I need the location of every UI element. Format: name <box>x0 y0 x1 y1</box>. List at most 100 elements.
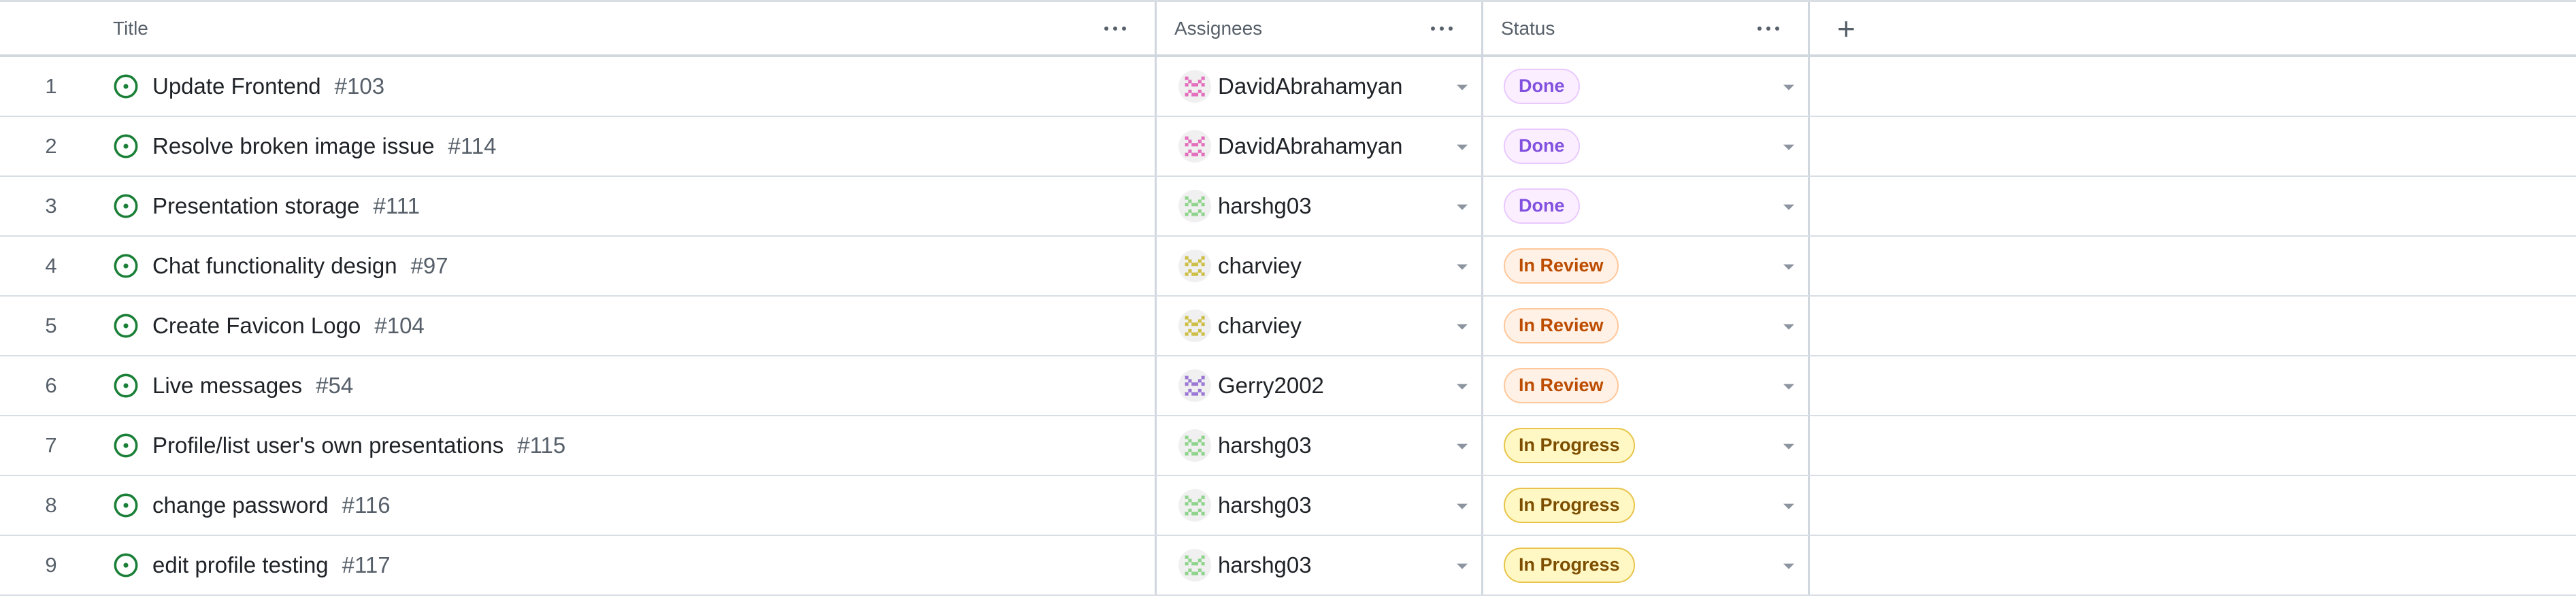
issue-number[interactable]: #103 <box>335 73 384 99</box>
chevron-down-icon[interactable] <box>1457 443 1468 450</box>
chevron-down-icon[interactable] <box>1457 503 1468 509</box>
status-cell[interactable]: Done <box>1483 57 1810 116</box>
table-row[interactable]: 8 change password #116 harshg03 In Progress <box>0 476 2576 536</box>
issue-title[interactable]: Live messages <box>152 373 302 399</box>
row-number: 2 <box>45 134 57 158</box>
status-cell[interactable]: In Review <box>1483 356 1810 415</box>
row-number: 9 <box>45 553 57 577</box>
chevron-down-icon[interactable] <box>1783 204 1794 210</box>
title-cell[interactable]: change password #116 <box>102 476 1157 535</box>
issue-number[interactable]: #117 <box>342 552 391 578</box>
table-row[interactable]: 3 Presentation storage #111 harshg03 Done <box>0 177 2576 237</box>
issue-title[interactable]: Resolve broken image issue <box>152 133 435 159</box>
open-issue-icon <box>113 552 139 578</box>
chevron-down-icon[interactable] <box>1457 144 1468 150</box>
status-badge: In Review <box>1504 308 1619 343</box>
issue-title[interactable]: change password <box>152 492 329 518</box>
chevron-down-icon[interactable] <box>1457 264 1468 270</box>
status-cell[interactable]: In Review <box>1483 237 1810 295</box>
avatar <box>1178 549 1211 582</box>
title-cell[interactable]: Resolve broken image issue #114 <box>102 117 1157 175</box>
chevron-down-icon[interactable] <box>1457 563 1468 569</box>
title-cell[interactable]: Profile/list user's own presentations #11… <box>102 416 1157 475</box>
assignee-cell[interactable]: harshg03 <box>1157 416 1483 475</box>
chevron-down-icon[interactable] <box>1783 144 1794 150</box>
row-number: 8 <box>45 493 57 517</box>
open-issue-icon <box>113 313 139 339</box>
chevron-down-icon[interactable] <box>1783 84 1794 90</box>
chevron-down-icon[interactable] <box>1783 503 1794 509</box>
chevron-down-icon[interactable] <box>1457 84 1468 90</box>
title-cell[interactable]: edit profile testing #117 <box>102 536 1157 594</box>
title-cell[interactable]: Presentation storage #111 <box>102 177 1157 235</box>
issue-number[interactable]: #97 <box>411 253 448 279</box>
title-cell[interactable]: Update Frontend #103 <box>102 57 1157 116</box>
table-row[interactable]: 5 Create Favicon Logo #104 charviey In Revie… <box>0 297 2576 356</box>
table-row[interactable]: 6 Live messages #54 Gerry2002 In Review <box>0 356 2576 416</box>
assignee-cell[interactable]: DavidAbrahamyan <box>1157 117 1483 175</box>
column-header-title[interactable]: Title <box>102 2 1157 54</box>
assignee-cell[interactable]: harshg03 <box>1157 476 1483 535</box>
table-row[interactable]: 9 edit profile testing #117 harshg03 In Prog… <box>0 536 2576 596</box>
title-cell[interactable]: Live messages #54 <box>102 356 1157 415</box>
status-badge: Done <box>1504 129 1580 164</box>
chevron-down-icon[interactable] <box>1783 384 1794 390</box>
title-cell[interactable]: Chat functionality design #97 <box>102 237 1157 295</box>
chevron-down-icon[interactable] <box>1457 324 1468 330</box>
status-cell[interactable]: Done <box>1483 177 1810 235</box>
row-number: 4 <box>45 254 57 278</box>
issue-number[interactable]: #54 <box>316 373 353 399</box>
assignee-cell[interactable]: charviey <box>1157 237 1483 295</box>
status-badge: Done <box>1504 188 1580 224</box>
status-column-menu-icon[interactable] <box>1757 26 1779 31</box>
assignee-cell[interactable]: harshg03 <box>1157 536 1483 594</box>
add-column-button[interactable]: + <box>1810 2 2576 54</box>
assignee-name: harshg03 <box>1218 552 1312 577</box>
status-badge: Done <box>1504 69 1580 104</box>
issue-title[interactable]: Update Frontend <box>152 73 321 99</box>
issue-number[interactable]: #111 <box>374 193 420 219</box>
chevron-down-icon[interactable] <box>1783 563 1794 569</box>
title-column-menu-icon[interactable] <box>1104 26 1126 31</box>
status-cell[interactable]: In Progress <box>1483 536 1810 594</box>
empty-cell <box>1810 416 2576 475</box>
issue-number[interactable]: #115 <box>517 433 565 458</box>
status-cell[interactable]: Done <box>1483 117 1810 175</box>
chevron-down-icon[interactable] <box>1783 324 1794 330</box>
table-row[interactable]: 1 Update Frontend #103 DavidAbrahamyan Done <box>0 57 2576 117</box>
issue-number[interactable]: #116 <box>342 492 391 518</box>
issue-number[interactable]: #114 <box>448 133 497 159</box>
issue-title[interactable]: Profile/list user's own presentations <box>152 433 503 458</box>
avatar <box>1178 369 1211 402</box>
table-row[interactable]: 7 Profile/list user's own presentations #1… <box>0 416 2576 476</box>
empty-cell <box>1810 356 2576 415</box>
chevron-down-icon[interactable] <box>1457 384 1468 390</box>
assignees-column-menu-icon[interactable] <box>1431 26 1453 31</box>
chevron-down-icon[interactable] <box>1783 443 1794 450</box>
table-row[interactable]: 4 Chat functionality design #97 charviey In … <box>0 237 2576 297</box>
status-badge: In Progress <box>1504 548 1635 583</box>
empty-cell <box>1810 117 2576 175</box>
issue-number[interactable]: #104 <box>374 313 424 339</box>
issue-title[interactable]: Presentation storage <box>152 193 360 219</box>
column-header-status[interactable]: Status <box>1483 2 1810 54</box>
status-cell[interactable]: In Progress <box>1483 416 1810 475</box>
chevron-down-icon[interactable] <box>1457 204 1468 210</box>
chevron-down-icon[interactable] <box>1783 264 1794 270</box>
row-number: 1 <box>45 74 57 98</box>
avatar <box>1178 429 1211 462</box>
column-header-assignees[interactable]: Assignees <box>1157 2 1483 54</box>
assignee-cell[interactable]: DavidAbrahamyan <box>1157 57 1483 116</box>
assignee-cell[interactable]: Gerry2002 <box>1157 356 1483 415</box>
assignee-cell[interactable]: charviey <box>1157 297 1483 355</box>
issue-title[interactable]: Create Favicon Logo <box>152 313 361 339</box>
assignee-name: DavidAbrahamyan <box>1218 73 1403 99</box>
issue-title[interactable]: edit profile testing <box>152 552 329 578</box>
assignee-cell[interactable]: harshg03 <box>1157 177 1483 235</box>
title-cell[interactable]: Create Favicon Logo #104 <box>102 297 1157 355</box>
assignee-name: harshg03 <box>1218 492 1312 518</box>
issue-title[interactable]: Chat functionality design <box>152 253 397 279</box>
status-cell[interactable]: In Review <box>1483 297 1810 355</box>
status-cell[interactable]: In Progress <box>1483 476 1810 535</box>
table-row[interactable]: 2 Resolve broken image issue #114 DavidAbra… <box>0 117 2576 177</box>
